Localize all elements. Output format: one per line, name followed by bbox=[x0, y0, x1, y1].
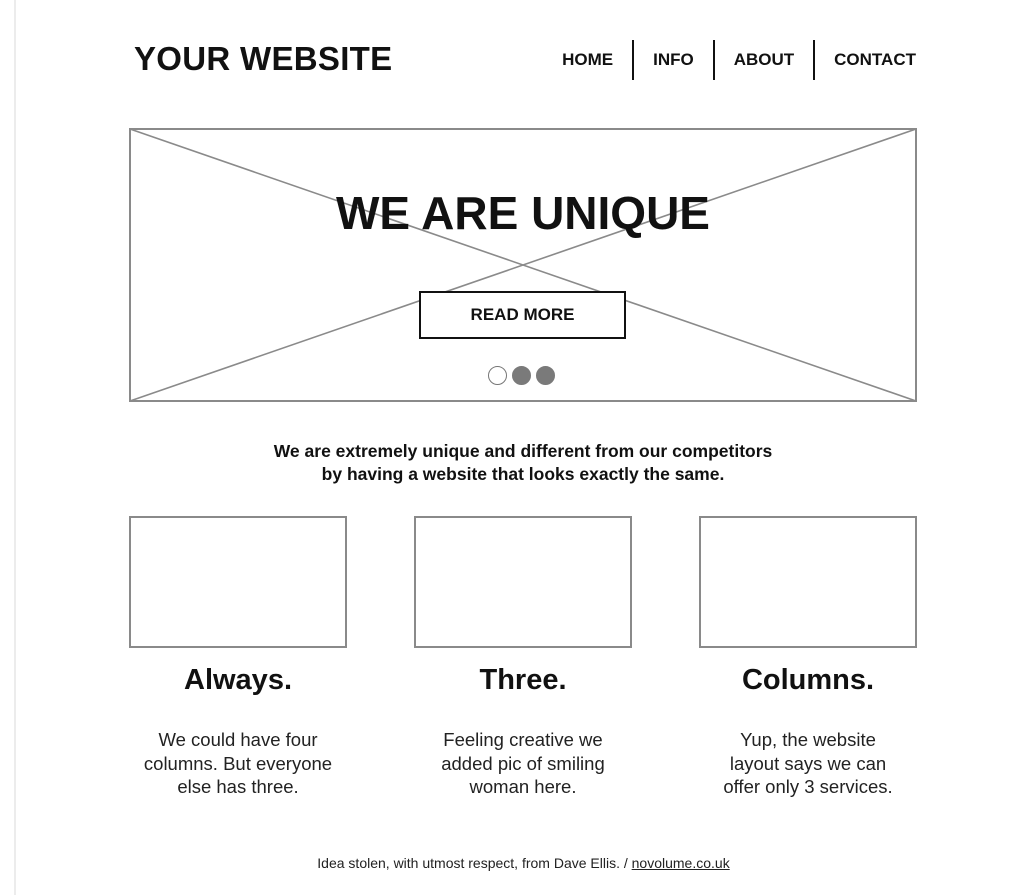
column-text-line: else has three. bbox=[177, 776, 299, 797]
nav-contact[interactable]: CONTACT bbox=[815, 40, 916, 80]
column-title: Three. bbox=[479, 664, 567, 696]
read-more-button[interactable]: READ MORE bbox=[419, 291, 626, 339]
feature-column-3: Columns. Yup, the website layout says we… bbox=[699, 516, 917, 797]
slider-pagination bbox=[488, 366, 555, 385]
nav-home[interactable]: HOME bbox=[543, 40, 632, 80]
hero-title: WE ARE UNIQUE bbox=[336, 187, 710, 239]
nav-info[interactable]: INFO bbox=[634, 40, 713, 80]
column-text-line: offer only 3 services. bbox=[723, 776, 893, 797]
column-title: Columns. bbox=[741, 664, 875, 696]
slide-dot-3[interactable] bbox=[536, 366, 555, 385]
feature-column-1: Always. We could have four columns. But … bbox=[129, 516, 347, 797]
page-left-border bbox=[14, 0, 16, 895]
nav-about[interactable]: ABOUT bbox=[715, 40, 813, 80]
column-image-placeholder bbox=[129, 516, 347, 648]
slide-dot-2[interactable] bbox=[512, 366, 531, 385]
column-image-placeholder bbox=[414, 516, 632, 648]
column-text-line: layout says we can bbox=[729, 752, 887, 774]
column-text-line: woman here. bbox=[469, 776, 577, 797]
column-text-line: added pic of smiling bbox=[441, 752, 605, 774]
column-text-line: columns. But everyone bbox=[143, 752, 333, 774]
column-text-line: We could have four bbox=[158, 729, 318, 750]
footer: Idea stolen, with utmost respect, from D… bbox=[0, 855, 1025, 871]
column-text: Feeling creative we added pic of smiling… bbox=[374, 728, 672, 799]
footer-credit-link[interactable]: novolume.co.uk bbox=[632, 855, 730, 871]
column-image-placeholder bbox=[699, 516, 917, 648]
column-text: Yup, the website layout says we can offe… bbox=[659, 728, 957, 799]
column-text-line: Yup, the website bbox=[740, 729, 876, 750]
feature-column-2: Three. Feeling creative we added pic of … bbox=[414, 516, 632, 797]
tagline-line-2: by having a website that looks exactly t… bbox=[321, 464, 725, 484]
footer-credit-text: Idea stolen, with utmost respect, from D… bbox=[317, 855, 632, 871]
site-logo[interactable]: YOUR WEBSITE bbox=[134, 40, 392, 78]
hero-image-placeholder bbox=[129, 128, 917, 402]
slide-dot-1[interactable] bbox=[488, 366, 507, 385]
tagline-line-1: We are extremely unique and different fr… bbox=[273, 441, 773, 461]
hero-slider bbox=[129, 128, 917, 402]
main-nav: HOME INFO ABOUT CONTACT bbox=[543, 40, 916, 80]
column-title: Always. bbox=[184, 664, 292, 696]
tagline: We are extremely unique and different fr… bbox=[129, 440, 917, 486]
column-text-line: Feeling creative we bbox=[443, 729, 603, 750]
column-text: We could have four columns. But everyone… bbox=[89, 728, 387, 799]
